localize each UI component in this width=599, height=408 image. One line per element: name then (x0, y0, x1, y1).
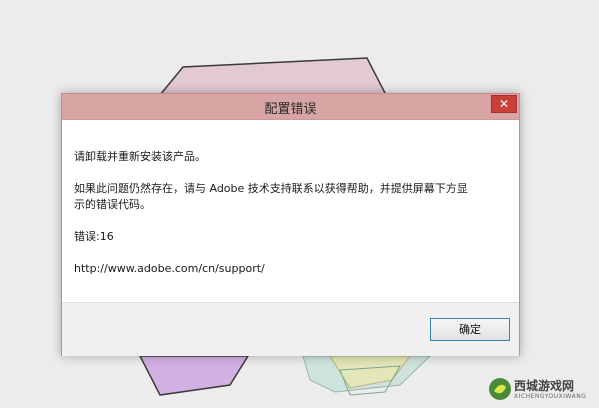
background-polygon-top (158, 57, 388, 96)
dialog-content: 请卸载并重新安装该产品。 如果此问题仍然存在，请与 Adobe 技术支持联系以获… (62, 120, 519, 302)
dialog-footer: 确定 (62, 302, 519, 356)
reinstall-message: 请卸载并重新安装该产品。 (74, 150, 206, 163)
support-url[interactable]: http://www.adobe.com/cn/support/ (74, 260, 265, 277)
dialog-titlebar[interactable]: 配置错误 ✕ (62, 94, 519, 120)
dialog-title: 配置错误 (264, 102, 317, 117)
background-polygon-purple (138, 355, 250, 396)
watermark-text: 西城游戏网 (514, 379, 575, 393)
watermark-logo-icon (489, 378, 511, 400)
site-watermark: 西城游戏网 XICHENGYOUXIWANG (488, 373, 598, 407)
support-message-line2: 示的错误代码。 (74, 198, 151, 211)
ok-button[interactable]: 确定 (430, 318, 510, 341)
close-button[interactable]: ✕ (491, 95, 517, 113)
watermark-subtext: XICHENGYOUXIWANG (514, 393, 587, 400)
support-message-line1: 如果此问题仍然存在，请与 Adobe 技术支持联系以获得帮助，并提供屏幕下方显 (74, 182, 468, 195)
close-icon: ✕ (498, 97, 510, 111)
configuration-error-dialog: 配置错误 ✕ 请卸载并重新安装该产品。 如果此问题仍然存在，请与 Adobe 技… (61, 93, 520, 356)
error-code: 错误:16 (74, 230, 114, 243)
